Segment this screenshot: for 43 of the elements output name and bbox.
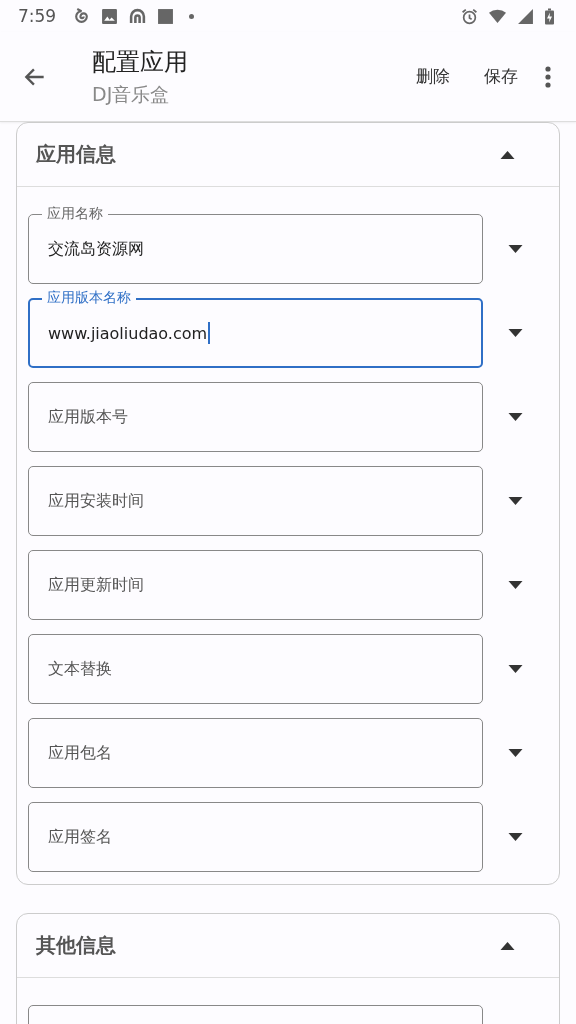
input-field[interactable]: 文本替换 [28,623,483,704]
dropdown-icon[interactable] [508,497,523,505]
field-label: 应用签名 [48,826,112,848]
square-icon [157,7,175,25]
image-icon [101,7,119,25]
dropdown-icon[interactable] [508,581,523,589]
input-field[interactable]: 应用版本号 [28,371,483,452]
battery-icon [545,7,554,25]
collapse-icon[interactable] [500,150,515,159]
signal-icon [517,7,534,25]
field-label: 应用更新时间 [48,574,144,596]
screen-subtitle: DJ音乐盒 [92,81,171,107]
alarm-icon [461,7,478,25]
status-time: 7:59 [18,6,57,26]
field-label: 应用安装时间 [48,490,144,512]
field-label: 应用版本号 [48,406,128,428]
dropdown-icon[interactable] [508,413,523,421]
screen-title: 配置应用 [92,46,189,78]
swirl-icon [73,7,91,25]
floating-label: 应用版本名称 [42,288,136,306]
input-field[interactable]: 应用版本名称 www.jiaoliudao.com [28,287,483,368]
input-field[interactable]: 应用更新时间 [28,539,483,620]
section-title: 应用信息 [36,141,116,168]
section-title: 其他信息 [36,932,116,959]
field-label: 文本替换 [48,658,112,680]
dropdown-icon[interactable] [508,749,523,757]
input-field[interactable]: 应用安装时间 [28,455,483,536]
action-button[interactable]: 保存 [472,57,530,96]
collapse-icon[interactable] [500,941,515,950]
input-field[interactable]: 应用名称 交流岛资源网 [28,203,483,284]
input-field[interactable]: 应用包名 [28,707,483,788]
floating-label: 应用名称 [42,204,108,222]
dropdown-icon[interactable] [508,245,523,253]
wifi-icon [489,7,506,25]
dropdown-icon[interactable] [508,329,523,337]
input-field[interactable]: 应用签名 [28,791,483,872]
action-button[interactable]: 删除 [404,57,462,96]
dropdown-icon[interactable] [508,665,523,673]
dropdown-icon[interactable] [508,833,523,841]
spiral-icon [129,7,147,25]
field-label: 应用包名 [48,742,112,764]
more-options-icon[interactable] [544,64,552,89]
dot-icon [189,13,195,19]
